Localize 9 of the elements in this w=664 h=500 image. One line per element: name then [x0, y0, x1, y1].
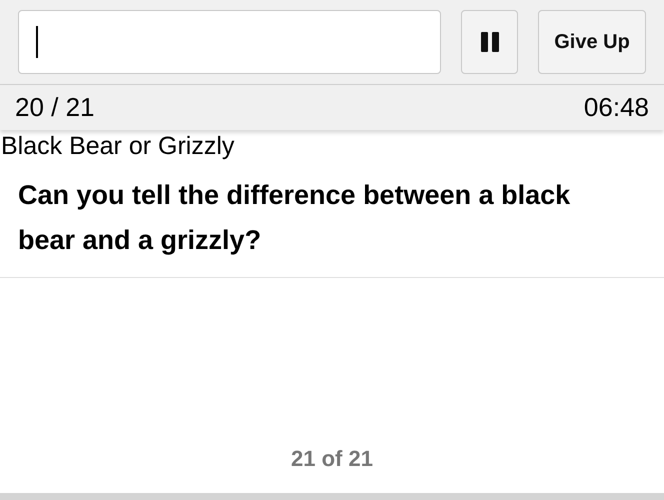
give-up-button[interactable]: Give Up — [538, 10, 646, 74]
answer-field[interactable] — [18, 10, 441, 74]
progress-count: 20 / 21 — [15, 91, 95, 124]
question-counter: 21 of 21 — [291, 445, 373, 473]
timer: 06:48 — [584, 91, 649, 124]
quiz-title: Black Bear or Grizzly — [0, 131, 236, 161]
pause-icon — [478, 31, 500, 53]
pause-button[interactable] — [461, 10, 518, 74]
question-text: Can you tell the difference between a black bear and a grizzly? — [18, 179, 572, 257]
